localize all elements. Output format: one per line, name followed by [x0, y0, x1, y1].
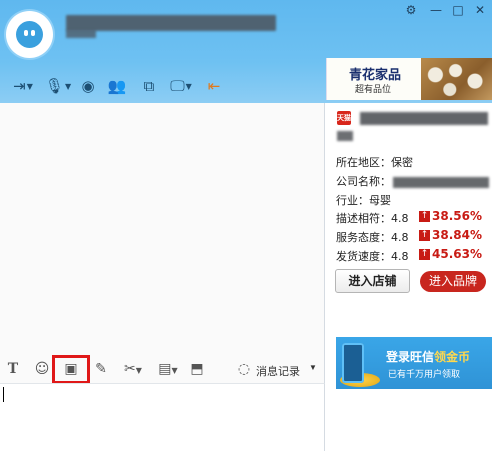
wangwang-icon: [16, 21, 43, 48]
up-arrow-icon: ↑: [419, 230, 430, 241]
promo-banner[interactable]: 登录旺信领金币 已有千万用户领取: [336, 337, 492, 389]
text-cursor: [3, 387, 4, 402]
rating-percent: 38.84%: [432, 228, 482, 242]
ad-subtitle: 超有品位: [355, 85, 392, 95]
contacts-icon[interactable]: 👥: [106, 74, 128, 98]
enter-brand-button[interactable]: 进入品牌: [420, 271, 486, 292]
rating-shipping: 发货速度：4.8 ↑ 45.63%: [336, 247, 492, 264]
info-row-company: 公司名称：: [336, 173, 489, 189]
voice-icon[interactable]: 🎙▼: [44, 74, 72, 98]
rating-description: 描述相符：4.8 ↑ 38.56%: [336, 209, 492, 226]
remote-assist-icon[interactable]: 🖵▼: [168, 74, 194, 98]
info-label: 公司名称：: [336, 175, 391, 188]
screenshot-icon[interactable]: ✂▼: [118, 360, 148, 378]
up-arrow-icon: ↑: [419, 249, 430, 260]
tmall-badge-icon: 天猫: [337, 111, 351, 125]
rating-service: 服务态度：4.8 ↑ 38.84%: [336, 228, 492, 245]
history-icon[interactable]: ◌: [235, 360, 253, 378]
info-label: 行业：: [336, 194, 369, 207]
rating-percent: 38.56%: [432, 209, 482, 223]
info-row-industry: 行业：母婴: [336, 192, 391, 208]
maximize-button[interactable]: □: [449, 3, 467, 17]
message-history-button[interactable]: 消息记录: [256, 363, 300, 379]
video-icon[interactable]: ◉: [78, 74, 98, 98]
screen-icon[interactable]: ⬒: [188, 360, 206, 378]
rating-label: 描述相符：4.8: [336, 212, 409, 225]
rating-percent: 45.63%: [432, 247, 482, 261]
info-value: 保密: [391, 156, 413, 169]
ad-banner[interactable]: 青花家品 超有品位: [326, 58, 492, 100]
minimize-button[interactable]: —: [427, 3, 445, 17]
header-toolbar: ⇥▼ 🎙▼ ◉ 👥 ⧉ 🖵▼ ⇤: [0, 74, 260, 100]
ad-image: [421, 58, 492, 100]
chat-header: ⚙ — □ ✕ ⇥▼ 🎙▼ ◉ 👥 ⧉ 🖵▼ ⇤ 青花家品 超有品位: [0, 0, 492, 103]
more-icon[interactable]: ▤▼: [153, 360, 183, 378]
message-input[interactable]: [0, 383, 325, 451]
emoji-icon[interactable]: ☺: [33, 360, 51, 378]
transfer-file-icon[interactable]: ⇥▼: [8, 74, 38, 98]
screen-share-icon[interactable]: ⧉: [138, 74, 160, 98]
up-arrow-icon: ↑: [419, 211, 430, 222]
rating-label: 发货速度：4.8: [336, 250, 409, 263]
shop-info-panel: 天猫 所在地区：保密 公司名称： 行业：母婴 描述相符：4.8 ↑ 38.56%…: [326, 103, 492, 451]
enter-shop-button[interactable]: 进入店铺: [335, 269, 410, 293]
message-history-pane[interactable]: [0, 103, 325, 353]
history-dropdown-icon[interactable]: ▼: [309, 363, 317, 372]
promo-title: 登录旺信领金币: [386, 350, 471, 364]
info-row-region: 所在地区：保密: [336, 154, 413, 170]
phone-icon: [342, 343, 364, 383]
edit-icon[interactable]: ✎: [92, 360, 110, 378]
company-name-redacted: [393, 176, 489, 188]
ad-title: 青花家品: [349, 68, 402, 83]
export-icon[interactable]: ⇤: [204, 74, 224, 98]
promo-subtitle: 已有千万用户领取: [388, 370, 461, 380]
font-icon[interactable]: T: [5, 360, 21, 378]
avatar[interactable]: [6, 11, 53, 58]
image-icon-highlight: [52, 355, 90, 384]
settings-icon[interactable]: ⚙: [402, 3, 420, 17]
shop-name-redacted: [360, 112, 488, 125]
info-label: 所在地区：: [336, 156, 391, 169]
info-value: 母婴: [369, 194, 391, 207]
close-button[interactable]: ✕: [471, 3, 489, 17]
contact-status-redacted: [66, 30, 96, 38]
shop-name-redacted-2: [337, 131, 353, 141]
rating-label: 服务态度：4.8: [336, 231, 409, 244]
contact-name-redacted: [66, 15, 276, 31]
